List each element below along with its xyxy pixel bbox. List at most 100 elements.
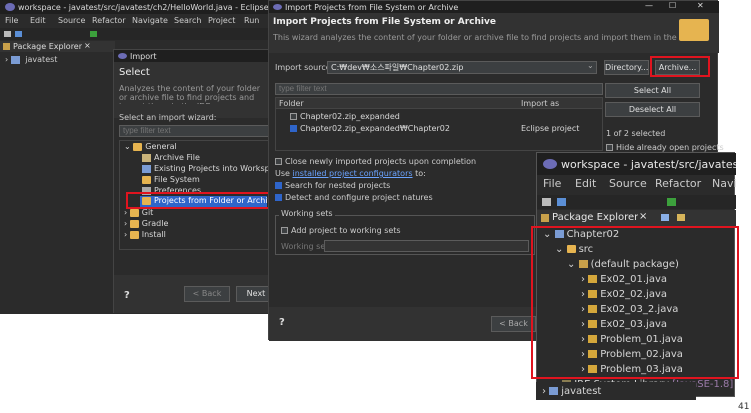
folder-icon [142, 175, 151, 184]
chevron-right-icon: › [124, 230, 128, 239]
menu-source[interactable]: Source [58, 16, 85, 25]
menu-refactor[interactable]: Refactor [655, 177, 701, 190]
select-all-button[interactable]: Select All [605, 83, 700, 98]
project-icon [10, 55, 20, 64]
row-checkbox[interactable] [290, 125, 297, 132]
hide-open-checkbox[interactable]: Hide already open projects [606, 143, 724, 152]
menu-file[interactable]: File [5, 16, 18, 25]
chevron-right-icon: › [542, 386, 546, 397]
working-sets-legend: Working sets [279, 209, 335, 218]
package-explorer-icon [3, 43, 10, 50]
package-explorer-close-icon[interactable]: × [639, 211, 647, 222]
tree-item-label: javatest [561, 386, 602, 397]
chevron-right-icon: › [5, 55, 9, 64]
help-icon[interactable]: ? [279, 317, 285, 328]
projects-filter-input[interactable] [275, 83, 603, 95]
configurators-link[interactable]: installed project configurators [293, 169, 413, 178]
table-row[interactable]: Chapter02.zip_expanded [290, 112, 400, 121]
maximize-icon[interactable]: ☐ [669, 1, 676, 10]
toolbar-run-icon[interactable] [90, 31, 97, 37]
menu-source[interactable]: Source [609, 177, 647, 190]
tree-item-existing-projects[interactable]: Existing Projects into Workspace [142, 164, 284, 173]
import-title: Import [130, 52, 157, 61]
chevron-right-icon: › [124, 208, 128, 217]
import-source-label: Import source: [275, 63, 334, 72]
menu-navigate[interactable]: Navigate [132, 16, 168, 25]
toolbar-save-icon[interactable] [15, 31, 22, 37]
deselect-all-button[interactable]: Deselect All [605, 102, 700, 117]
menu-navigate[interactable]: Navigate [712, 177, 736, 190]
col-import-as-header[interactable]: Import as [521, 99, 559, 108]
tree-item-gradle[interactable]: › Gradle [124, 219, 168, 228]
toolbar-save-icon[interactable] [557, 198, 566, 206]
eclipse-menu-bar: File Edit Source Refactor Navigate Searc… [0, 16, 305, 27]
checkbox-box[interactable] [275, 158, 282, 165]
checkbox-label: Hide already open projects [616, 143, 724, 152]
directory-button[interactable]: Directory... [604, 60, 649, 75]
tree-item-archive-file[interactable]: Archive File [142, 153, 200, 162]
import-source-input[interactable]: C:₩dev₩소스파일₩Chapter02.zip [327, 61, 597, 74]
close-newly-checkbox[interactable]: Close newly imported projects upon compl… [275, 157, 476, 166]
menu-run[interactable]: Run [244, 16, 259, 25]
menu-edit[interactable]: Edit [30, 16, 46, 25]
projects-title: Import Projects from File System or Arch… [285, 3, 459, 12]
checkbox-box[interactable] [275, 182, 282, 189]
toolbar-new-icon[interactable] [4, 31, 11, 37]
close-icon[interactable]: ✕ [697, 1, 704, 10]
checkbox-label: Search for nested projects [285, 181, 391, 190]
checkbox-box[interactable] [275, 194, 282, 201]
import-filter-input[interactable] [119, 125, 269, 137]
package-explorer-icon [541, 214, 549, 222]
folder-icon [129, 208, 139, 217]
eclipse-title-bar: workspace - javatest/src/javatest/ch2/He… [0, 0, 305, 14]
tree-item-git[interactable]: › Git [124, 208, 153, 217]
working-sets-input [324, 240, 529, 252]
checkbox-box[interactable] [606, 144, 613, 151]
toolbar-run-icon[interactable] [667, 198, 676, 206]
add-working-sets-checkbox[interactable]: Add project to working sets [281, 226, 401, 235]
folder-icon [129, 230, 139, 239]
link-editor-icon[interactable] [677, 214, 685, 221]
zoom-package-explorer-tab[interactable]: Package Explorer × [537, 210, 736, 226]
package-explorer-title: Package Explorer [552, 212, 639, 223]
tree-item-general[interactable]: ⌄ General [124, 142, 177, 151]
chevron-down-icon[interactable]: ⌄ [587, 61, 594, 70]
tree-item-javatest[interactable]: › javatest [5, 55, 57, 64]
folder-icon [129, 219, 139, 228]
table-row[interactable]: Chapter02.zip_expanded₩Chapter02 [290, 124, 450, 133]
back-button[interactable]: < Back [491, 316, 536, 332]
tree-item-javatest[interactable]: › javatest [542, 386, 601, 397]
use-suffix: to: [412, 169, 426, 178]
checkbox-label: Detect and configure project natures [285, 193, 433, 202]
zoom-menu-bar: File Edit Source Refactor Navigate [537, 177, 736, 193]
tree-item-label: Existing Projects into Workspace [154, 164, 284, 173]
wizard-folder-icon [679, 19, 709, 41]
minimize-icon[interactable]: — [645, 1, 653, 10]
help-icon[interactable]: ? [124, 290, 130, 301]
back-button[interactable]: < Back [184, 286, 230, 302]
folder-icon [133, 142, 143, 151]
package-explorer-tab[interactable]: Package Explorer × [0, 41, 115, 52]
menu-refactor[interactable]: Refactor [92, 16, 126, 25]
row-checkbox[interactable] [290, 113, 297, 120]
col-folder-header[interactable]: Folder [279, 99, 304, 108]
detect-configure-checkbox[interactable]: Detect and configure project natures [275, 193, 433, 202]
menu-edit[interactable]: Edit [575, 177, 596, 190]
package-explorer-close-icon[interactable]: × [84, 41, 91, 50]
row-import-as: Eclipse project [521, 124, 580, 133]
import-heading: Select [119, 67, 150, 78]
archive-icon [142, 153, 151, 162]
toolbar-new-icon[interactable] [542, 198, 551, 206]
menu-project[interactable]: Project [208, 16, 235, 25]
chevron-right-icon: › [124, 219, 128, 228]
collapse-all-icon[interactable] [661, 214, 669, 221]
menu-file[interactable]: File [543, 177, 561, 190]
checkbox-box[interactable] [281, 227, 288, 234]
tree-item-file-system[interactable]: File System [142, 175, 200, 184]
tree-item-install[interactable]: › Install [124, 230, 166, 239]
search-nested-checkbox[interactable]: Search for nested projects [275, 181, 390, 190]
import-select-label: Select an import wizard: [119, 113, 217, 122]
menu-search[interactable]: Search [174, 16, 201, 25]
tree-item-label: Gradle [141, 219, 169, 228]
package-explorer-title: Package Explorer [13, 42, 83, 51]
